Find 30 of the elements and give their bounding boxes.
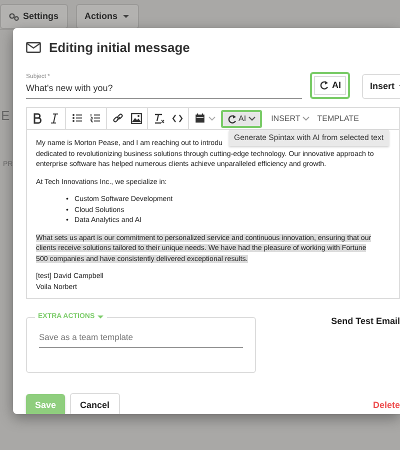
delete-button[interactable]: Delete <box>372 399 400 412</box>
chevron-icon <box>248 116 256 121</box>
modal-title: Editing initial message <box>49 39 190 57</box>
settings-button[interactable]: Settings <box>0 4 68 29</box>
settings-icon <box>9 12 19 20</box>
ai-button[interactable]: AI <box>310 72 350 99</box>
numbered-list-icon <box>90 113 100 124</box>
insert-button[interactable]: Insert <box>362 74 400 99</box>
ai-dropdown-button[interactable]: AI <box>221 110 262 128</box>
image-icon <box>130 113 142 124</box>
bulleted-list-icon <box>72 113 82 124</box>
subject-field[interactable]: What's new with you? <box>26 82 302 99</box>
insert-menu[interactable]: INSERT <box>268 110 314 128</box>
send-test-email-link[interactable]: Send Test Email <box>331 315 400 328</box>
page-text: E <box>1 107 10 125</box>
calendar-icon <box>194 113 206 124</box>
italic-icon <box>48 113 60 124</box>
bold-icon <box>32 113 42 124</box>
template-name-field[interactable]: Save as a team template <box>39 328 243 348</box>
template-menu[interactable]: TEMPLATE <box>314 110 362 128</box>
link-icon <box>112 113 124 124</box>
code-icon <box>172 113 182 124</box>
refresh-icon <box>226 114 236 124</box>
cancel-button[interactable]: Cancel <box>70 393 120 414</box>
refresh-icon <box>319 80 329 90</box>
chevron-icon <box>302 116 310 121</box>
chevron-icon <box>208 116 216 121</box>
clear-format-icon <box>154 113 164 124</box>
mail-icon <box>26 42 41 54</box>
actions-button[interactable]: Actions <box>76 4 139 29</box>
